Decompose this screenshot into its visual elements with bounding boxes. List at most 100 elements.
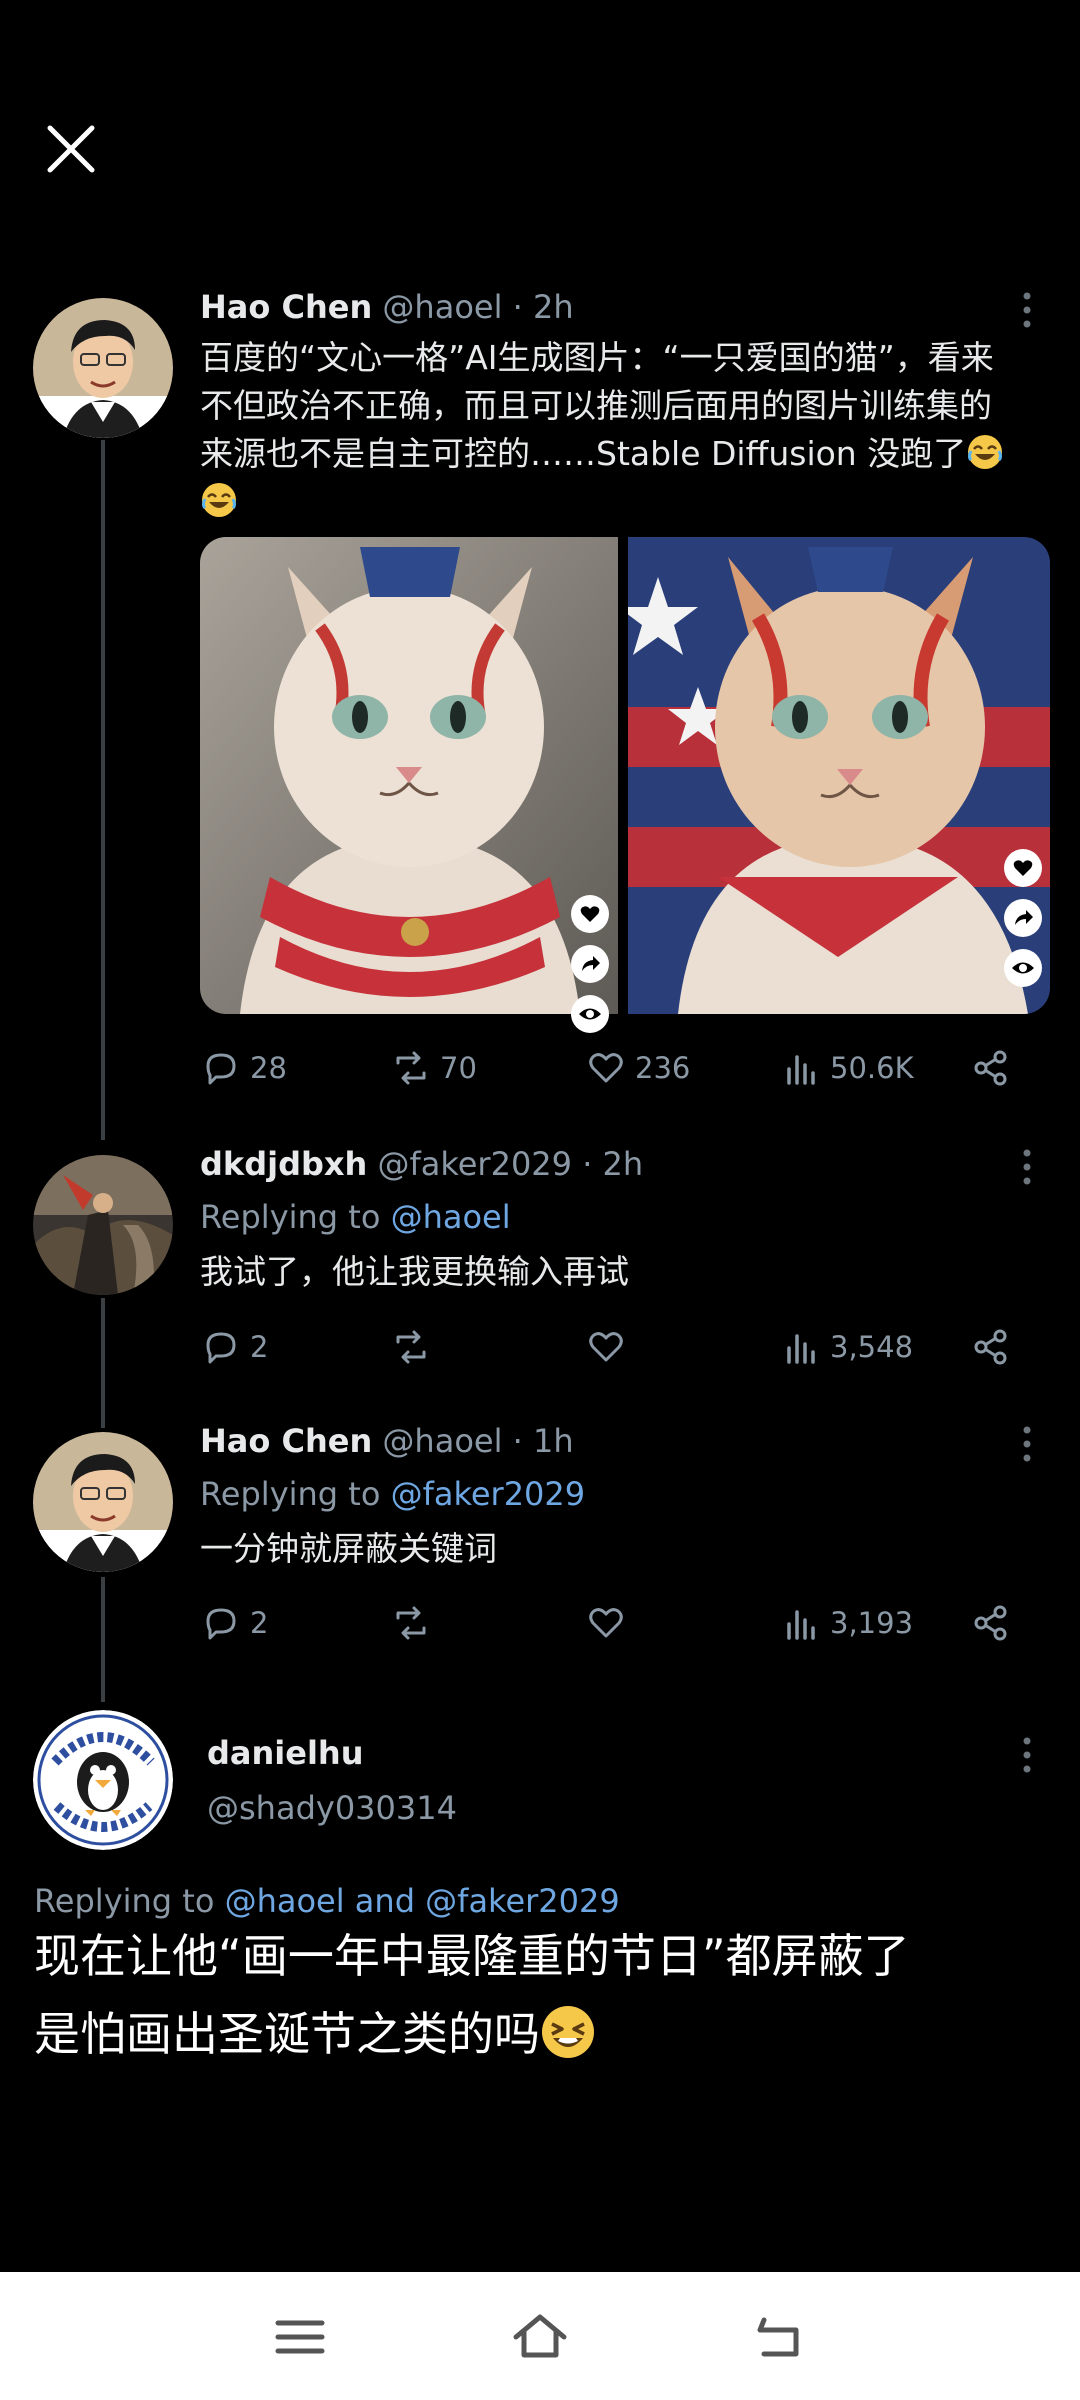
thread-line — [101, 1577, 105, 1702]
like-count: 236 — [635, 1051, 691, 1085]
image-side-actions — [1004, 849, 1042, 987]
avatar[interactable] — [33, 1432, 173, 1572]
share-button[interactable] — [970, 1043, 1012, 1093]
tweet-header: Hao Chen @haoel · 1h — [200, 1422, 574, 1460]
share-icon — [974, 1050, 1007, 1086]
reply-button[interactable]: 2 — [200, 1598, 268, 1648]
reply-icon — [206, 1053, 236, 1085]
close-button[interactable] — [40, 118, 102, 180]
retweet-icon — [396, 1330, 426, 1364]
recent-apps-button[interactable] — [270, 2310, 330, 2364]
retweet-button[interactable]: 70 — [390, 1043, 477, 1093]
home-button[interactable] — [510, 2310, 570, 2364]
share-image-button[interactable] — [1004, 899, 1042, 937]
tweet-header: Hao Chen @haoel · 2h — [200, 288, 574, 326]
author-handle[interactable]: @haoel — [382, 1422, 502, 1460]
retweet-count: 70 — [440, 1051, 477, 1085]
author-handle[interactable]: @faker2029 — [377, 1145, 572, 1183]
separator-dot: · — [512, 288, 523, 326]
tweet-text: 百度的“文心一格”AI生成图片：“一只爱国的猫”，看来 不但政治不正确，而且可以… — [200, 334, 1040, 526]
retweet-icon — [396, 1606, 426, 1640]
tweet-text-line: 不但政治不正确，而且可以推测后面用的图片训练集的 — [200, 386, 992, 425]
tweet-text-line: 来源也不是自主可控的……Stable Diffusion 没跑了 — [200, 430, 1040, 478]
reply-count: 28 — [250, 1051, 287, 1085]
tweet-actions: 2 3,193 — [200, 1598, 1040, 1648]
focused-handle[interactable]: @shady030314 — [207, 1789, 457, 1827]
view-image-button[interactable] — [1004, 949, 1042, 987]
analytics-bars-icon — [787, 1334, 815, 1364]
author-name[interactable]: Hao Chen — [200, 1422, 372, 1460]
replying-to: Replying to @haoel and @faker2029 — [34, 1882, 620, 1920]
tweet-text: 我试了，他让我更换输入再试 — [200, 1252, 629, 1291]
tweet-text: 一分钟就屏蔽关键词 — [200, 1529, 497, 1568]
avatar[interactable] — [33, 1710, 173, 1850]
share-arrow-icon — [1015, 910, 1033, 925]
view-image-button[interactable] — [571, 995, 609, 1033]
share-icon — [974, 1329, 1007, 1365]
views-button[interactable]: 3,193 — [780, 1598, 913, 1648]
reply-icon — [206, 1608, 236, 1640]
like-image-button[interactable] — [571, 895, 609, 933]
timestamp: 2h — [602, 1145, 644, 1183]
tweet-actions: 2 3,548 — [200, 1322, 1040, 1372]
share-button[interactable] — [970, 1322, 1012, 1372]
timestamp: 2h — [532, 288, 574, 326]
eye-icon — [579, 1008, 601, 1020]
image-side-actions — [571, 895, 609, 1033]
views-button[interactable]: 3,548 — [780, 1322, 913, 1372]
laughing-tears-emoji — [200, 481, 238, 519]
more-options-button[interactable] — [1012, 290, 1042, 330]
avatar[interactable] — [33, 1155, 173, 1295]
more-vertical-icon — [1023, 1426, 1031, 1462]
author-handle[interactable]: @haoel — [382, 288, 502, 326]
like-button[interactable]: 236 — [585, 1043, 690, 1093]
mention-link[interactable]: @haoel — [225, 1882, 345, 1920]
mention-link[interactable]: @faker2029 — [391, 1475, 586, 1513]
more-options-button[interactable] — [1012, 1735, 1042, 1775]
reply-button[interactable]: 28 — [200, 1043, 287, 1093]
retweet-icon — [396, 1051, 426, 1085]
retweet-button[interactable] — [390, 1598, 432, 1648]
home-icon — [513, 2314, 567, 2358]
back-button[interactable] — [750, 2310, 810, 2364]
like-button[interactable] — [585, 1598, 627, 1648]
media-grid[interactable] — [200, 537, 1050, 1014]
heart-icon — [580, 906, 600, 922]
replying-and: and — [354, 1882, 415, 1920]
thread-line — [101, 1298, 105, 1428]
author-name[interactable]: Hao Chen — [200, 288, 372, 326]
cat-image-left[interactable] — [200, 537, 618, 1014]
views-button[interactable]: 50.6K — [780, 1043, 914, 1093]
replying-to: Replying to @haoel — [200, 1198, 511, 1236]
like-button[interactable] — [585, 1322, 627, 1372]
author-name[interactable]: dkdjdbxh — [200, 1145, 367, 1183]
tweet-text-line: 百度的“文心一格”AI生成图片：“一只爱国的猫”，看来 — [200, 338, 994, 377]
focused-tweet-text: 现在让他“画一年中最隆重的节日”都屏蔽了 是怕画出圣诞节之类的吗 — [34, 1917, 1044, 2073]
reply-icon — [206, 1332, 236, 1364]
tweet-text-line — [200, 478, 1040, 526]
thread-line — [101, 440, 105, 1140]
more-options-button[interactable] — [1012, 1424, 1042, 1464]
focused-name[interactable]: danielhu — [207, 1734, 363, 1772]
like-image-button[interactable] — [1004, 849, 1042, 887]
reply-count: 2 — [250, 1330, 269, 1364]
close-icon — [47, 125, 95, 173]
more-options-button[interactable] — [1012, 1147, 1042, 1187]
share-button[interactable] — [970, 1598, 1012, 1648]
separator-dot: · — [582, 1145, 593, 1183]
more-vertical-icon — [1023, 1737, 1031, 1773]
reply-button[interactable]: 2 — [200, 1322, 268, 1372]
cat-image-right[interactable] — [628, 537, 1050, 1014]
timestamp: 1h — [532, 1422, 574, 1460]
tweet-actions: 28 70 236 50.6K — [200, 1043, 1040, 1093]
share-arrow-icon — [582, 956, 600, 971]
share-image-button[interactable] — [571, 945, 609, 983]
reply-count: 2 — [250, 1606, 269, 1640]
retweet-button[interactable] — [390, 1322, 432, 1372]
mention-link[interactable]: @faker2029 — [425, 1882, 620, 1920]
heart-icon — [589, 1053, 623, 1083]
mention-link[interactable]: @haoel — [391, 1198, 511, 1236]
avatar[interactable] — [33, 298, 173, 438]
views-count: 3,193 — [830, 1606, 914, 1640]
eye-icon — [1012, 962, 1034, 974]
